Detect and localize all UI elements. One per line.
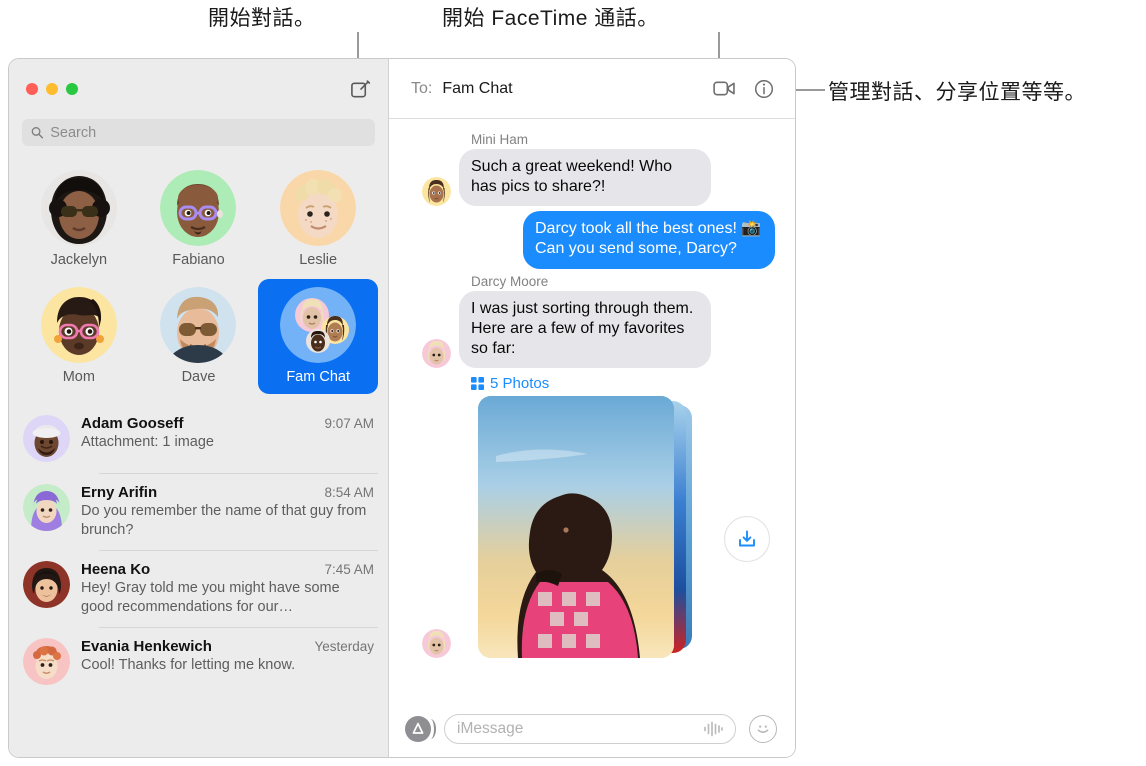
- pinned-item-dave[interactable]: Dave: [139, 279, 259, 394]
- search-container: [9, 119, 388, 146]
- zoom-button[interactable]: [66, 83, 78, 95]
- close-button[interactable]: [26, 83, 38, 95]
- pinned-item-label: Fam Chat: [286, 369, 350, 385]
- conversation-time: Yesterday: [314, 639, 374, 655]
- conversation-name: Adam Gooseff: [81, 415, 184, 432]
- thread-header: To: Fam Chat: [389, 59, 795, 119]
- avatar: [23, 638, 70, 686]
- audio-waveform-icon: [704, 721, 723, 737]
- emoji-smiley-icon[interactable]: [749, 715, 777, 743]
- callout-facetime: 開始 FaceTime 通話。: [442, 7, 659, 30]
- conversation-name: Erny Arifin: [81, 484, 158, 501]
- info-icon[interactable]: [749, 74, 779, 104]
- message-row-outgoing: Darcy took all the best ones! 📸 Can you …: [403, 211, 781, 269]
- avatar: [422, 339, 451, 369]
- pinned-item-fam-chat[interactable]: Fam Chat: [258, 279, 378, 394]
- avatar: [23, 415, 70, 462]
- conversation-time: 8:54 AM: [324, 485, 374, 500]
- pinned-item-label: Jackelyn: [50, 252, 108, 268]
- avatar: [422, 629, 451, 659]
- message-bubble[interactable]: Such a great weekend! Who has pics to sh…: [459, 149, 711, 207]
- conversation-snippet: Attachment: 1 image: [81, 434, 214, 450]
- pinned-item-mom[interactable]: Mom: [19, 279, 139, 394]
- avatar: [23, 561, 70, 609]
- conversation-snippet: Do you remember the name of that guy fro…: [81, 503, 367, 538]
- pinned-item-jackelyn[interactable]: Jackelyn: [19, 162, 139, 277]
- attachment-row: [403, 396, 781, 659]
- avatar: [40, 287, 117, 363]
- avatar: [160, 170, 237, 246]
- conversation-time: 9:07 AM: [324, 416, 374, 431]
- photos-count-label: 5 Photos: [490, 375, 550, 393]
- message-list: Mini Ham Such a great weekend! Who has p…: [389, 119, 795, 701]
- download-icon[interactable]: [724, 516, 770, 563]
- message-bubble[interactable]: I was just sorting through them. Here ar…: [459, 290, 711, 369]
- avatar: [280, 170, 357, 246]
- conversation-list: Adam Gooseff 9:07 AM Attachment: 1 image: [9, 400, 388, 757]
- conversation-body: Erny Arifin 8:54 AM Do you remember the …: [81, 484, 374, 539]
- conversation-snippet: Hey! Gray told me you might have some go…: [81, 580, 340, 615]
- pinned-item-label: Fabiano: [172, 252, 225, 268]
- callout-details: 管理對話、分享位置等等。: [828, 81, 1086, 104]
- conversation-time: 7:45 AM: [324, 562, 374, 578]
- conversation-row[interactable]: Evania Henkewich Yesterday Cool! Thanks …: [9, 627, 388, 696]
- pinned-item-leslie[interactable]: Leslie: [258, 162, 378, 277]
- conversation-name: Evania Henkewich: [81, 638, 212, 656]
- conversation-row[interactable]: Erny Arifin 8:54 AM Do you remember the …: [9, 473, 388, 550]
- photos-attachment-label[interactable]: 5 Photos: [471, 375, 781, 392]
- message-sender: Mini Ham: [471, 132, 529, 147]
- search-icon: [31, 127, 44, 139]
- photo-thumbnail-front[interactable]: [478, 396, 674, 659]
- app-store-icon[interactable]: [405, 716, 436, 742]
- search-field[interactable]: [22, 119, 375, 146]
- imessage-input[interactable]: [457, 720, 695, 738]
- conversation-snippet: Cool! Thanks for letting me know.: [81, 657, 296, 674]
- video-camera-icon[interactable]: [709, 74, 739, 104]
- compose-icon[interactable]: [348, 77, 372, 101]
- to-label: To:: [411, 79, 433, 97]
- conversation-body: Adam Gooseff 9:07 AM Attachment: 1 image: [81, 415, 374, 462]
- avatar: [40, 170, 117, 246]
- pinned-item-fabiano[interactable]: Fabiano: [139, 162, 259, 277]
- group-avatar: [280, 287, 357, 363]
- traffic-lights: [26, 83, 78, 95]
- message-bubble[interactable]: Darcy took all the best ones! 📸 Can you …: [523, 211, 775, 269]
- message-row-incoming: I was just sorting through them. Here ar…: [403, 290, 781, 369]
- callout-compose: 開始對話。: [208, 7, 316, 30]
- conversation-row[interactable]: Heena Ko 7:45 AM Hey! Gray told me you m…: [9, 550, 388, 627]
- search-input[interactable]: [50, 124, 366, 141]
- minimize-button[interactable]: [46, 83, 58, 95]
- photo-grid-icon: [471, 377, 484, 391]
- messages-window: Jackelyn: [8, 58, 796, 758]
- message-row-incoming: Such a great weekend! Who has pics to sh…: [403, 149, 781, 207]
- composer-bar: [389, 701, 795, 757]
- pinned-item-label: Leslie: [299, 252, 338, 268]
- conversation-body: Evania Henkewich Yesterday Cool! Thanks …: [81, 638, 374, 685]
- message-input-field[interactable]: [444, 714, 736, 744]
- thread-pane: To: Fam Chat Mini Ham Such a great weeke…: [389, 59, 795, 757]
- pinned-item-label: Mom: [62, 369, 95, 385]
- conversation-row[interactable]: Adam Gooseff 9:07 AM Attachment: 1 image: [9, 404, 388, 473]
- sidebar: Jackelyn: [9, 59, 389, 757]
- conversation-body: Heena Ko 7:45 AM Hey! Gray told me you m…: [81, 561, 374, 616]
- pinned-item-label: Dave: [181, 369, 216, 385]
- recipient-name[interactable]: Fam Chat: [442, 80, 512, 98]
- avatar: [160, 287, 237, 363]
- photo-stack[interactable]: [478, 396, 696, 659]
- avatar: [23, 484, 70, 531]
- window-titlebar: [9, 59, 388, 119]
- pinned-conversations: Jackelyn Fabiano Leslie Mom Dave Fam Cha…: [9, 146, 388, 400]
- message-sender: Darcy Moore: [471, 273, 549, 289]
- avatar: [422, 177, 451, 207]
- conversation-name: Heena Ko: [81, 561, 151, 579]
